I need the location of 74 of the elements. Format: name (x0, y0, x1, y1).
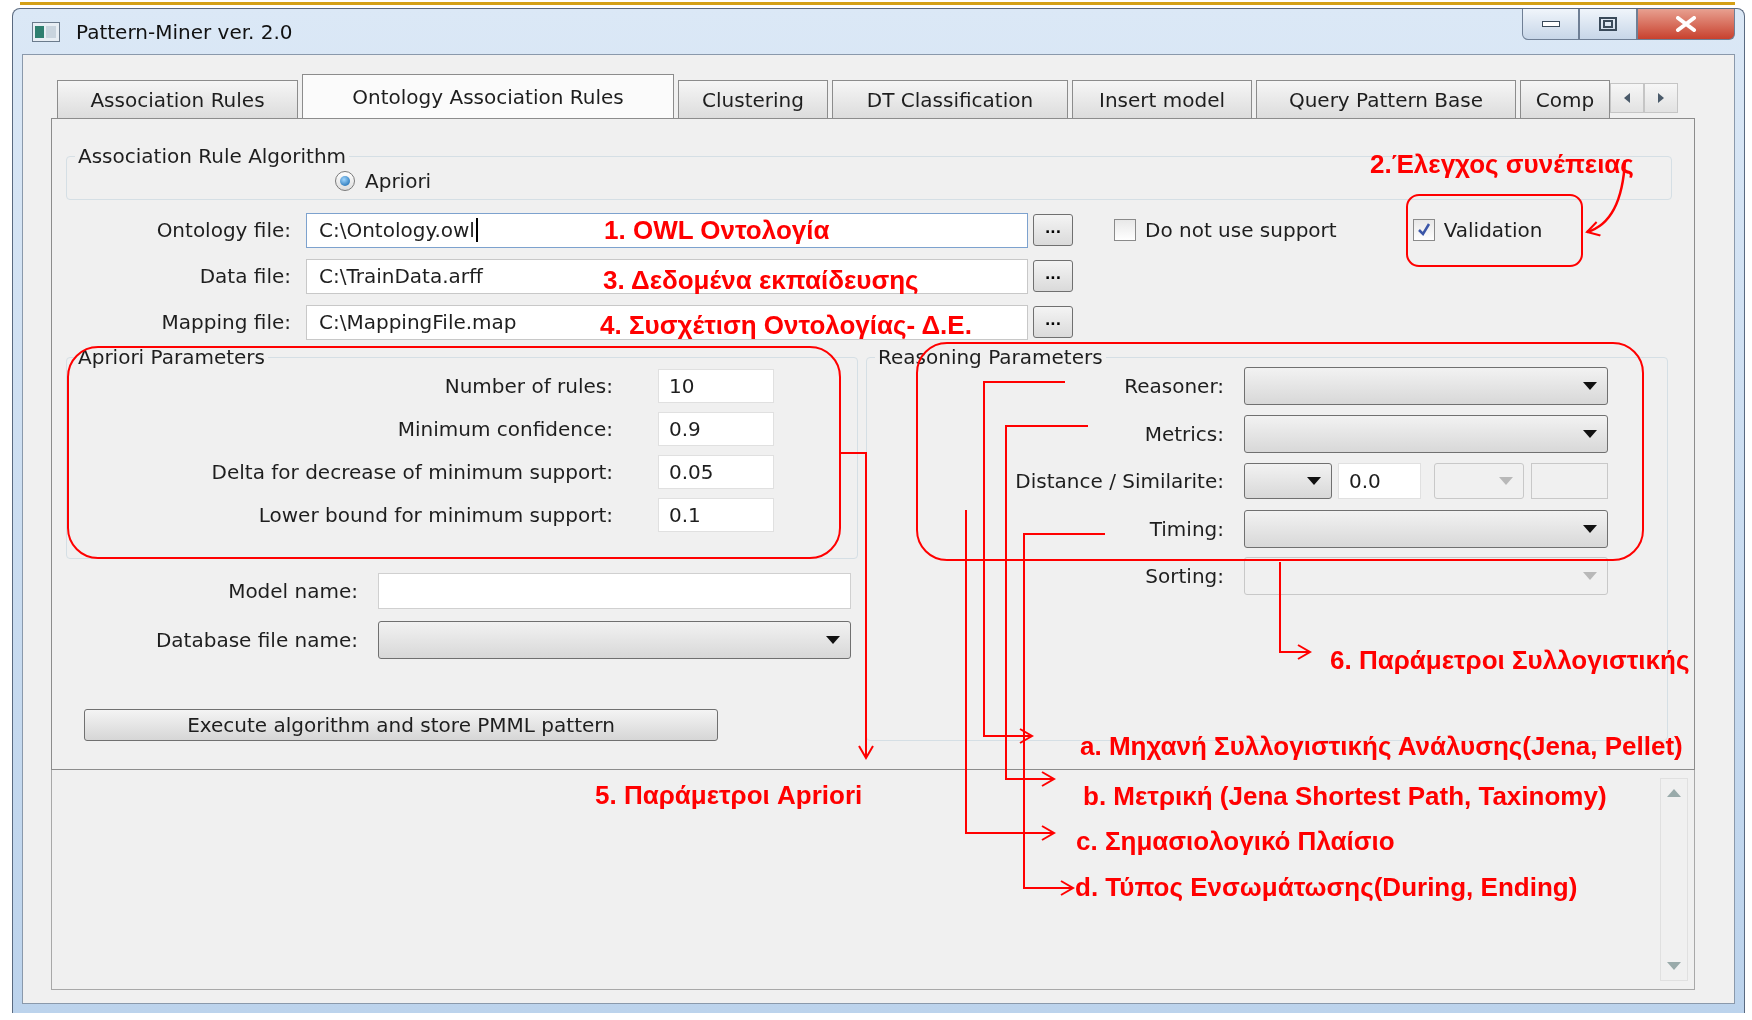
annotation-label: 3. Δεδομένα εκπαίδευσης (603, 266, 919, 294)
annotation-label: 4. Συσχέτιση Οντολογίας- Δ.Ε. (600, 311, 972, 339)
number-field[interactable]: 0.9 (658, 412, 774, 446)
annotation-label: c. Σημασιολογικό Πλαίσιο (1076, 827, 1395, 855)
browse-button[interactable]: ... (1033, 260, 1073, 292)
radio-button[interactable]: Apriori (335, 168, 432, 194)
field-label: Database file name: (154, 628, 358, 652)
minimize-icon (1541, 21, 1560, 27)
scroll-right-button[interactable] (1644, 83, 1678, 113)
field-label: Lower bound for minimum support: (257, 503, 613, 527)
annotation-label: 5. Παράμετροι Apriori (595, 781, 863, 809)
tab[interactable]: Clustering (678, 80, 828, 118)
scroll-down-icon (1667, 962, 1681, 970)
field-label: Distance / Similarite: (1014, 469, 1224, 493)
close-button[interactable] (1637, 9, 1735, 40)
caret-icon (1499, 477, 1513, 485)
dropdown[interactable] (1244, 367, 1608, 405)
field-label: Number of rules: (443, 374, 613, 398)
field-label: Timing: (1148, 516, 1224, 541)
caret-icon (1583, 382, 1597, 390)
group-title: Apriori Parameters (77, 345, 266, 369)
number-field[interactable]: 10 (658, 369, 774, 403)
minimize-button[interactable] (1522, 9, 1579, 40)
group-title: Association Rule Algorithm (77, 144, 348, 168)
field-label: Delta for decrease of minimum support: (210, 460, 613, 484)
caret-icon (1307, 477, 1321, 485)
tab[interactable]: Comp (1520, 80, 1610, 118)
field-label: Ontology file: (155, 218, 291, 242)
number-field[interactable]: 0.05 (658, 455, 774, 489)
field-label: Sorting: (1144, 564, 1224, 588)
tab[interactable]: DT Classification (832, 80, 1068, 118)
checkbox[interactable]: Do not use support (1114, 218, 1337, 242)
app-icon (32, 21, 60, 42)
field-label: Reasoner: (1123, 374, 1224, 398)
annotation-label: a. Μηχανή Συλλογιστικής Ανάλυσης(Jena, Pellet) (1080, 732, 1683, 760)
maximize-icon (1599, 17, 1617, 31)
number-field[interactable]: 0.1 (658, 498, 774, 532)
field-label: Mapping file: (160, 310, 291, 334)
scroll-left-button[interactable] (1610, 83, 1644, 113)
caret-icon (826, 636, 840, 644)
tab[interactable]: Query Pattern Base (1256, 80, 1516, 118)
annotation-label: 1. OWL Οντολογία (604, 216, 830, 244)
model-name-field[interactable] (378, 573, 851, 609)
dropdown[interactable] (1244, 463, 1332, 499)
value-field[interactable]: 0.0 (1338, 463, 1421, 499)
field-label: Minimum confidence: (396, 417, 613, 441)
window-title: Pattern-Miner ver. 2.0 (76, 19, 293, 44)
annotation-label: 6. Παράμετροι Συλλογιστικής (1330, 646, 1690, 674)
close-icon (1675, 16, 1697, 32)
dropdown[interactable] (1244, 414, 1608, 453)
annotation-label: 2.Έλεγχος συνέπειας (1370, 150, 1634, 178)
left-arrow-icon (1624, 93, 1630, 103)
checkbox[interactable]: Validation (1412, 218, 1543, 242)
caret-icon (1583, 429, 1597, 438)
tab[interactable]: Association Rules (57, 80, 298, 118)
maximize-button[interactable] (1579, 9, 1637, 40)
field-label: Metrics: (1143, 421, 1224, 446)
caret-icon (1583, 524, 1597, 533)
check-icon (1415, 222, 1432, 238)
field-label: Data file: (198, 264, 291, 288)
browse-button[interactable]: ... (1033, 306, 1073, 338)
execute-button[interactable]: Execute algorithm and store PMML pattern (84, 709, 718, 741)
annotation-label: d. Τύπος Ενσωμάτωσης(During, Ending) (1075, 873, 1578, 901)
tab[interactable]: Ontology Association Rules (302, 74, 674, 118)
dropdown[interactable] (378, 621, 851, 659)
scrollbar[interactable] (1660, 778, 1688, 981)
browse-button[interactable]: ... (1033, 214, 1073, 246)
dropdown[interactable] (1244, 509, 1608, 548)
field-label: Model name: (227, 579, 358, 603)
tab[interactable]: Insert model (1072, 80, 1252, 118)
annotation-label: b. Μετρική (Jena Shortest Path, Taxinomy) (1083, 782, 1607, 810)
scroll-up-icon (1667, 789, 1681, 797)
caret-icon (1583, 572, 1597, 580)
right-arrow-icon (1658, 93, 1664, 103)
